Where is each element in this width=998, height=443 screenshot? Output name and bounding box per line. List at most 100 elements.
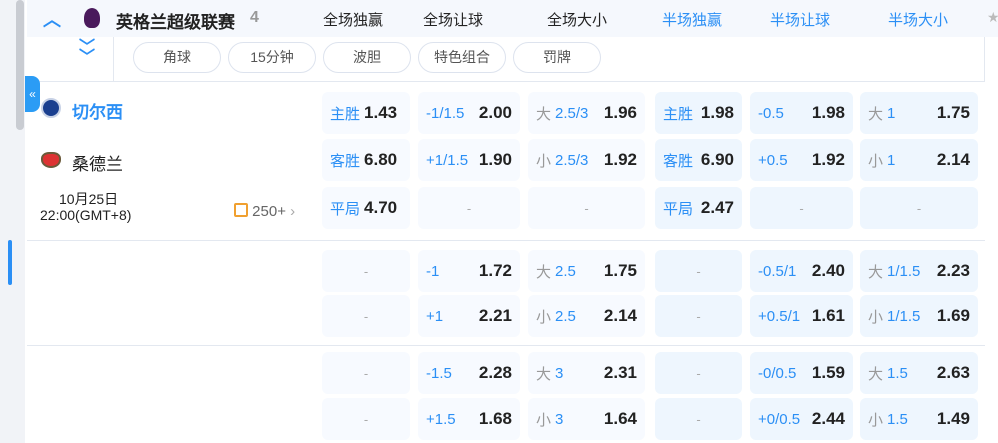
- odds-cell[interactable]: 客胜 6.80: [322, 139, 410, 181]
- odds-value: 1.92: [603, 150, 637, 169]
- handicap-line: 2.5/3: [555, 104, 589, 122]
- odds-cell[interactable]: -: [655, 352, 742, 394]
- premier-league-logo-icon: [84, 8, 100, 28]
- odds-cell[interactable]: -: [418, 187, 520, 229]
- odds-cell[interactable]: -: [528, 187, 645, 229]
- odds-cell[interactable]: -: [860, 187, 978, 229]
- over-under-label: 小: [868, 308, 884, 326]
- odds-cell[interactable]: -: [655, 250, 742, 292]
- odds-value: 1.59: [811, 363, 845, 382]
- handicap-line: -1: [426, 262, 440, 280]
- odds-value: 2.63: [936, 363, 970, 382]
- scrollbar[interactable]: [16, 0, 24, 130]
- handicap-line: 2.5: [555, 262, 576, 280]
- odds-cell[interactable]: -: [322, 295, 410, 337]
- odds-cell[interactable]: 小 2.5 2.14: [528, 295, 645, 337]
- expand-down-icon[interactable]: ﹀ ﹀: [79, 40, 95, 66]
- over-under-label: 小: [536, 411, 552, 429]
- odds-cell[interactable]: -: [655, 398, 742, 440]
- odds-value: 6.80: [364, 150, 398, 169]
- chevron-right-icon: ›: [290, 203, 296, 220]
- filter-pill[interactable]: 罚牌: [513, 42, 601, 73]
- column-header[interactable]: 半场大小: [888, 9, 948, 30]
- odds-value: 1.75: [936, 103, 970, 122]
- odds-cell[interactable]: 大 1 1.75: [860, 92, 978, 134]
- column-header[interactable]: 全场独赢: [323, 9, 383, 30]
- collapse-sidebar-button[interactable]: «: [25, 76, 40, 112]
- odds-cell[interactable]: +0/0.5 2.44: [750, 398, 853, 440]
- odds-cell[interactable]: 客胜 6.90: [655, 139, 742, 181]
- column-header[interactable]: 全场大小: [547, 9, 607, 30]
- handicap-line: 1: [887, 151, 896, 169]
- column-header[interactable]: 全场让球: [423, 9, 483, 30]
- league-header: ︿ 英格兰超级联赛 4 ★: [27, 0, 998, 37]
- odds-cell[interactable]: +0.5/1 1.61: [750, 295, 853, 337]
- pin-icon[interactable]: ★: [987, 9, 998, 26]
- odds-cell[interactable]: 主胜 1.98: [655, 92, 742, 134]
- odds-value: 1.96: [603, 103, 637, 122]
- odds-cell[interactable]: -1 1.72: [418, 250, 520, 292]
- odds-cell[interactable]: 小 2.5/3 1.92: [528, 139, 645, 181]
- away-team[interactable]: 桑德兰: [72, 150, 123, 175]
- odds-cell[interactable]: -0.5 1.98: [750, 92, 853, 134]
- more-markets-link[interactable]: 250+ ›: [234, 203, 295, 220]
- odds-cell[interactable]: 大 2.5/3 1.96: [528, 92, 645, 134]
- match-date: 10月25日: [59, 191, 119, 207]
- collapse-up-icon[interactable]: ︿: [43, 6, 61, 32]
- odds-value: 1.61: [811, 306, 845, 325]
- odds-cell[interactable]: -: [750, 187, 853, 229]
- handicap-line: 1/1.5: [887, 307, 921, 325]
- odds-value: 2.14: [603, 306, 637, 325]
- bet-label: 平局: [330, 200, 361, 218]
- odds-value: 2.21: [478, 306, 512, 325]
- odds-cell[interactable]: 大 1/1.5 2.23: [860, 250, 978, 292]
- odds-cell[interactable]: +0.5 1.92: [750, 139, 853, 181]
- handicap-line: 2.5/3: [555, 151, 589, 169]
- handicap-line: +0.5/1: [758, 307, 801, 325]
- handicap-line: +0/0.5: [758, 410, 801, 428]
- filter-pill[interactable]: 特色组合: [418, 42, 506, 73]
- odds-cell[interactable]: 小 1.5 1.49: [860, 398, 978, 440]
- odds-cell[interactable]: +1/1.5 1.90: [418, 139, 520, 181]
- odds-cell[interactable]: -: [322, 250, 410, 292]
- home-team[interactable]: 切尔西: [72, 98, 123, 123]
- odds-cell[interactable]: 小 1/1.5 1.69: [860, 295, 978, 337]
- odds-cell[interactable]: 平局 2.47: [655, 187, 742, 229]
- odds-cell[interactable]: +1.5 1.68: [418, 398, 520, 440]
- filter-pill[interactable]: 波胆: [323, 42, 411, 73]
- odds-cell[interactable]: 大 3 2.31: [528, 352, 645, 394]
- odds-value: 2.47: [700, 198, 734, 217]
- column-header[interactable]: 半场让球: [770, 9, 830, 30]
- odds-cell[interactable]: -: [322, 398, 410, 440]
- odds-value: 1.75: [603, 261, 637, 280]
- handicap-line: +1: [426, 307, 444, 325]
- bet-label: 客胜: [330, 152, 361, 170]
- odds-cell[interactable]: 小 1 2.14: [860, 139, 978, 181]
- odds-cell[interactable]: -: [655, 295, 742, 337]
- column-header[interactable]: 半场独赢: [662, 9, 722, 30]
- odds-unavailable: -: [363, 365, 369, 381]
- filter-pill[interactable]: 15分钟: [228, 42, 316, 73]
- odds-cell[interactable]: 大 2.5 1.75: [528, 250, 645, 292]
- odds-cell[interactable]: +1 2.21: [418, 295, 520, 337]
- odds-cell[interactable]: 小 3 1.64: [528, 398, 645, 440]
- odds-cell[interactable]: 平局 4.70: [322, 187, 410, 229]
- odds-cell[interactable]: -1.5 2.28: [418, 352, 520, 394]
- odds-unavailable: -: [696, 411, 701, 427]
- odds-cell[interactable]: 大 1.5 2.63: [860, 352, 978, 394]
- odds-cell[interactable]: -1/1.5 2.00: [418, 92, 520, 134]
- odds-cell[interactable]: 主胜 1.43: [322, 92, 410, 134]
- odds-value: 2.14: [936, 150, 970, 169]
- odds-cell[interactable]: -0.5/1 2.40: [750, 250, 853, 292]
- odds-unavailable: -: [363, 308, 369, 324]
- over-under-label: 小: [536, 308, 552, 326]
- filter-pill[interactable]: 角球: [133, 42, 221, 73]
- odds-value: 2.40: [811, 261, 845, 280]
- odds-unavailable: -: [799, 200, 804, 216]
- odds-cell[interactable]: -: [322, 352, 410, 394]
- divider: [27, 345, 985, 346]
- over-under-label: 小: [536, 152, 552, 170]
- odds-cell[interactable]: -0/0.5 1.59: [750, 352, 853, 394]
- market-calendar-icon: [234, 203, 248, 217]
- over-under-label: 小: [868, 152, 884, 170]
